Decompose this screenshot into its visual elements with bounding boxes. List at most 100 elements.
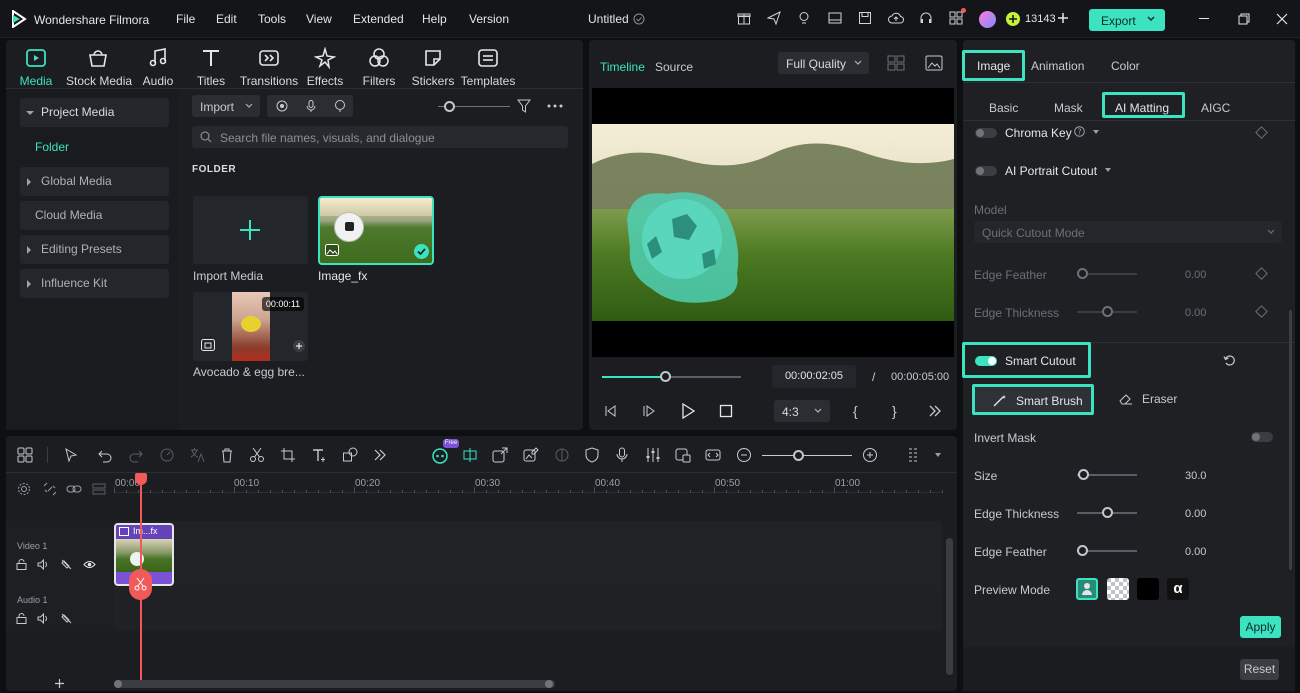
audio-mixer-icon[interactable] xyxy=(644,446,662,464)
sidebar-item-project-media[interactable]: Project Media xyxy=(20,98,169,127)
avatar[interactable] xyxy=(979,11,996,28)
playhead-handle[interactable] xyxy=(135,473,147,485)
add-track-icon[interactable] xyxy=(54,678,65,689)
tab-source[interactable]: Source xyxy=(655,60,693,74)
subtab-aigc[interactable]: AIGC xyxy=(1201,101,1230,115)
timeline-settings-icon[interactable] xyxy=(17,482,31,496)
previous-frame-icon[interactable] xyxy=(604,404,618,418)
toolbar-media[interactable]: Media xyxy=(4,46,68,88)
edge-feather-knob[interactable] xyxy=(1077,268,1088,279)
replace-icon[interactable] xyxy=(704,446,722,464)
menu-version[interactable]: Version xyxy=(469,12,509,26)
apply-button[interactable]: Apply xyxy=(1240,616,1281,638)
delete-icon[interactable] xyxy=(218,446,236,464)
record-icon[interactable] xyxy=(276,100,288,112)
preview-mode-black[interactable] xyxy=(1137,578,1159,600)
apps-grid-icon[interactable] xyxy=(949,8,966,25)
scissors-icon[interactable] xyxy=(248,446,266,464)
track-mute-icon[interactable] xyxy=(61,559,72,570)
invert-mask-toggle[interactable] xyxy=(1251,432,1273,442)
scroll-handle-left[interactable] xyxy=(114,680,122,688)
search-input[interactable]: Search file names, visuals, and dialogue xyxy=(192,126,568,148)
mark-out-icon[interactable]: } xyxy=(892,403,897,419)
track-lock-icon[interactable] xyxy=(16,559,27,570)
select-tool-icon[interactable] xyxy=(62,446,80,464)
more-tools-icon[interactable] xyxy=(371,446,389,464)
video-preview[interactable] xyxy=(592,88,954,357)
menu-extended[interactable]: Extended xyxy=(353,12,404,26)
export-clip-icon[interactable] xyxy=(491,446,509,464)
edge-thickness-knob[interactable] xyxy=(1102,306,1113,317)
sidebar-item-influence-kit[interactable]: Influence Kit xyxy=(20,269,169,298)
scroll-handle-right[interactable] xyxy=(545,680,553,688)
ai-robot-icon[interactable] xyxy=(431,446,449,464)
redo-icon[interactable] xyxy=(127,446,145,464)
current-time[interactable]: 00:00:02:05 xyxy=(772,365,856,388)
zoom-in-icon[interactable] xyxy=(861,446,879,464)
link-icon[interactable] xyxy=(66,482,82,496)
play-icon[interactable] xyxy=(681,403,695,419)
chroma-key-toggle[interactable] xyxy=(975,128,997,138)
toolbar-templates[interactable]: Templates xyxy=(456,46,520,88)
menu-tools[interactable]: Tools xyxy=(258,12,286,26)
track-height-icon[interactable] xyxy=(906,446,924,464)
reset-icon[interactable] xyxy=(1223,354,1236,367)
tab-timeline[interactable]: Timeline xyxy=(600,60,645,74)
share-icon[interactable] xyxy=(767,11,781,25)
quality-dropdown[interactable]: Full Quality xyxy=(778,52,869,74)
layout-icon[interactable] xyxy=(828,11,842,25)
menu-help[interactable]: Help xyxy=(422,12,447,26)
export-button[interactable]: Export xyxy=(1089,9,1165,31)
auto-caption-icon[interactable] xyxy=(674,446,692,464)
split-icon[interactable] xyxy=(461,446,479,464)
size-knob[interactable] xyxy=(1078,469,1089,480)
aspect-ratio-dropdown[interactable]: 4:3 xyxy=(774,400,830,422)
eraser-icon[interactable] xyxy=(1119,392,1133,406)
menu-view[interactable]: View xyxy=(306,12,332,26)
subtab-basic[interactable]: Basic xyxy=(989,101,1018,115)
audio-lock-icon[interactable] xyxy=(16,613,27,624)
text-icon[interactable] xyxy=(310,446,328,464)
cloud-upload-icon[interactable] xyxy=(888,11,904,25)
toolbar-transitions[interactable]: Transitions xyxy=(237,46,301,88)
tab-color[interactable]: Color xyxy=(1111,59,1140,73)
import-media-tile[interactable] xyxy=(193,196,308,264)
subtab-mask[interactable]: Mask xyxy=(1054,101,1083,115)
shape-icon[interactable] xyxy=(341,446,359,464)
stop-icon[interactable] xyxy=(719,404,733,418)
save-icon[interactable] xyxy=(858,11,872,25)
undo-icon[interactable] xyxy=(96,446,114,464)
keyframe-diamond-icon[interactable] xyxy=(1255,267,1268,280)
timeline-vertical-scrollbar[interactable] xyxy=(946,538,953,675)
unlink-icon[interactable] xyxy=(43,482,57,496)
image-edit-icon[interactable] xyxy=(522,446,540,464)
color-match-icon[interactable] xyxy=(553,446,571,464)
crop-icon[interactable] xyxy=(279,446,297,464)
playhead-knob[interactable] xyxy=(659,371,671,382)
close-icon[interactable] xyxy=(1276,13,1288,25)
help-icon[interactable]: ? xyxy=(1074,126,1085,137)
edge-feather-2-knob[interactable] xyxy=(1077,545,1088,556)
next-frame-icon[interactable] xyxy=(642,404,656,418)
filter-icon[interactable] xyxy=(517,99,533,113)
sidebar-item-folder[interactable]: Folder xyxy=(35,140,69,154)
audio-mute-icon[interactable] xyxy=(61,613,72,624)
toolbar-stock-media[interactable]: Stock Media xyxy=(66,46,132,88)
restore-icon[interactable] xyxy=(1238,13,1250,25)
caret-down-icon[interactable] xyxy=(1105,168,1111,173)
headset-icon[interactable] xyxy=(919,11,933,25)
track-visibility-icon[interactable] xyxy=(83,559,96,570)
snapshot-icon[interactable] xyxy=(925,55,943,71)
keyframe-diamond-icon[interactable] xyxy=(1255,305,1268,318)
reset-button[interactable]: Reset xyxy=(1240,659,1279,680)
keyframe-diamond-icon[interactable] xyxy=(1255,126,1268,139)
timeline-horizontal-scrollbar[interactable] xyxy=(114,680,555,688)
preview-mode-overlay[interactable] xyxy=(1076,578,1098,600)
sidebar-item-editing-presets[interactable]: Editing Presets xyxy=(20,235,169,264)
menu-edit[interactable]: Edit xyxy=(216,12,237,26)
zoom-slider[interactable] xyxy=(762,455,852,456)
more-icon[interactable] xyxy=(547,104,563,108)
eraser-label[interactable]: Eraser xyxy=(1142,392,1177,406)
caret-down-icon[interactable] xyxy=(1093,130,1099,135)
minimize-icon[interactable] xyxy=(1199,18,1209,19)
